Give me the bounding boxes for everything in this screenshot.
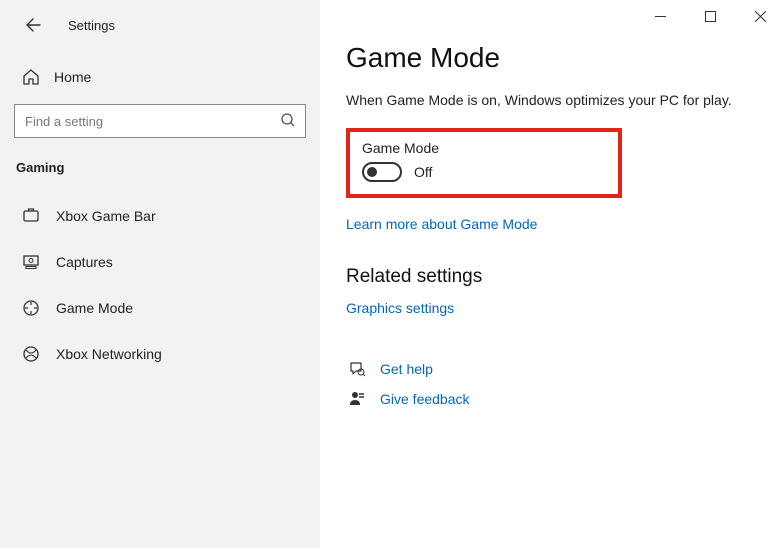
give-feedback-row: Give feedback: [346, 390, 757, 408]
get-help-link[interactable]: Get help: [380, 361, 433, 377]
toggle-knob: [367, 167, 377, 177]
back-button[interactable]: [20, 12, 46, 38]
graphics-settings-link[interactable]: Graphics settings: [346, 300, 454, 316]
game-mode-icon: [20, 299, 42, 317]
toggle-state: Off: [414, 164, 432, 180]
close-button[interactable]: [743, 2, 777, 30]
sidebar-item-captures[interactable]: Captures: [0, 239, 320, 285]
page-title: Game Mode: [346, 42, 757, 74]
maximize-icon: [705, 11, 716, 22]
game-mode-toggle[interactable]: [362, 162, 402, 182]
close-icon: [755, 11, 766, 22]
toggle-label: Game Mode: [362, 140, 606, 156]
give-feedback-icon: [346, 390, 368, 408]
home-nav[interactable]: Home: [0, 58, 320, 96]
titlebar: Settings: [0, 12, 320, 52]
highlight-annotation: Game Mode Off: [346, 128, 622, 198]
xbox-networking-icon: [20, 345, 42, 363]
sidebar-item-xbox-networking[interactable]: Xbox Networking: [0, 331, 320, 377]
captures-icon: [20, 253, 42, 271]
back-arrow-icon: [25, 17, 41, 33]
search-input[interactable]: [14, 104, 306, 138]
related-settings-title: Related settings: [346, 266, 757, 288]
sidebar-item-label: Game Mode: [56, 300, 133, 316]
search-container: [14, 104, 306, 138]
toggle-row: Off: [362, 162, 606, 182]
window-controls: [643, 2, 777, 30]
home-label: Home: [54, 69, 91, 85]
sidebar-item-label: Captures: [56, 254, 113, 270]
learn-more-link[interactable]: Learn more about Game Mode: [346, 216, 537, 232]
sidebar: Settings Home Gaming Xbox Game Bar Captu…: [0, 0, 320, 548]
page-description: When Game Mode is on, Windows optimizes …: [346, 92, 757, 108]
main-content: Game Mode When Game Mode is on, Windows …: [320, 0, 783, 548]
minimize-button[interactable]: [643, 2, 677, 30]
give-feedback-link[interactable]: Give feedback: [380, 391, 470, 407]
sidebar-item-xbox-game-bar[interactable]: Xbox Game Bar: [0, 193, 320, 239]
sidebar-item-label: Xbox Networking: [56, 346, 162, 362]
maximize-button[interactable]: [693, 2, 727, 30]
sidebar-item-game-mode[interactable]: Game Mode: [0, 285, 320, 331]
get-help-row: Get help: [346, 360, 757, 378]
window-title: Settings: [68, 18, 115, 33]
sidebar-item-label: Xbox Game Bar: [56, 208, 156, 224]
category-header: Gaming: [0, 138, 320, 193]
game-bar-icon: [20, 207, 42, 225]
get-help-icon: [346, 360, 368, 378]
minimize-icon: [655, 11, 666, 22]
home-icon: [20, 68, 42, 86]
